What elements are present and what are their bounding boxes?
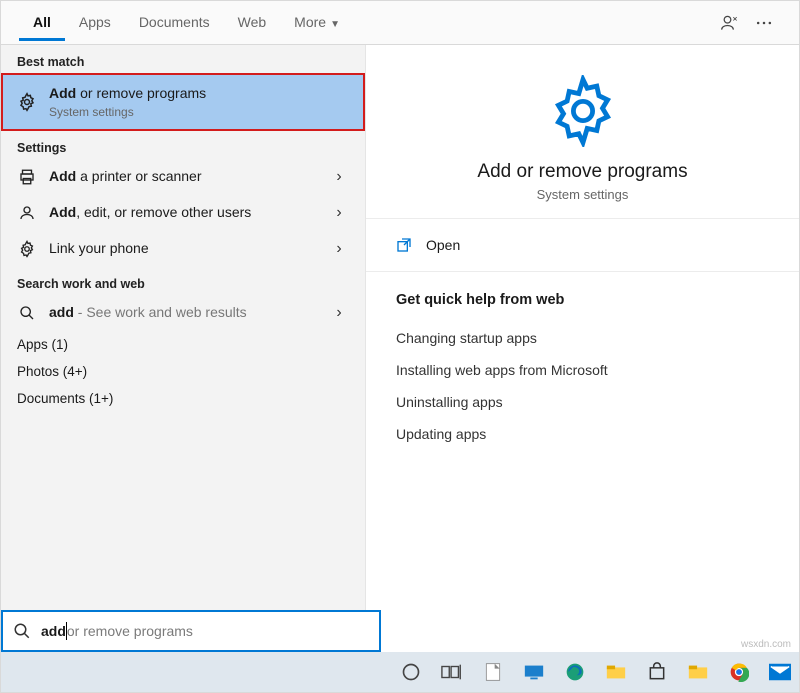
open-icon — [396, 237, 412, 253]
quick-help-header: Get quick help from web — [396, 292, 769, 308]
tab-more[interactable]: More▼ — [280, 4, 354, 41]
preview-hero: Add or remove programs System settings — [366, 45, 799, 219]
tabs-bar: All Apps Documents Web More▼ — [1, 1, 799, 45]
app-file-explorer-icon[interactable] — [596, 652, 635, 692]
group-best-match: Best match — [1, 45, 365, 73]
tab-documents[interactable]: Documents — [125, 4, 224, 41]
cortana-icon[interactable] — [391, 652, 430, 692]
quick-link[interactable]: Installing web apps from Microsoft — [396, 354, 769, 386]
tab-apps[interactable]: Apps — [65, 4, 125, 41]
group-search-web: Search work and web — [1, 267, 365, 295]
quick-link[interactable]: Uninstalling apps — [396, 386, 769, 418]
chevron-right-icon: › — [329, 304, 349, 322]
printer-icon — [17, 167, 37, 187]
group-settings: Settings — [1, 131, 365, 159]
app-mail-icon[interactable] — [760, 652, 799, 692]
chevron-down-icon: ▼ — [330, 19, 340, 30]
tab-all[interactable]: All — [19, 4, 65, 41]
result-add-remove-programs[interactable]: Add or remove programs System settings — [1, 73, 365, 131]
app-folder-icon[interactable] — [678, 652, 717, 692]
taskbar — [1, 652, 799, 692]
gear-icon — [17, 239, 37, 259]
result-title: Add or remove programs — [49, 85, 349, 103]
result-web-add[interactable]: add - See work and web results › — [1, 295, 365, 331]
quick-link[interactable]: Changing startup apps — [396, 322, 769, 354]
group-apps[interactable]: Apps (1) — [1, 331, 365, 358]
body-split: Best match Add or remove programs System… — [1, 45, 799, 692]
preview-subtitle: System settings — [537, 187, 629, 202]
chevron-right-icon: › — [329, 204, 349, 222]
preview-column: Add or remove programs System settings O… — [366, 45, 799, 692]
search-input[interactable]: add or remove programs — [1, 610, 381, 652]
start-search-window: All Apps Documents Web More▼ Best match … — [0, 0, 800, 693]
preview-title: Add or remove programs — [477, 161, 687, 183]
quick-help: Get quick help from web Changing startup… — [366, 272, 799, 470]
quick-link[interactable]: Updating apps — [396, 418, 769, 450]
search-icon — [17, 303, 37, 323]
task-view-icon[interactable] — [432, 652, 471, 692]
app-libreoffice-icon[interactable] — [473, 652, 512, 692]
results-column: Best match Add or remove programs System… — [1, 45, 366, 692]
open-label: Open — [426, 237, 460, 253]
person-icon — [17, 203, 37, 223]
result-add-printer[interactable]: Add a printer or scanner › — [1, 159, 365, 195]
search-typed-text: add — [41, 623, 66, 639]
watermark: wsxdn.com — [741, 639, 791, 650]
group-photos[interactable]: Photos (4+) — [1, 358, 365, 385]
open-action[interactable]: Open — [366, 219, 799, 272]
chevron-right-icon: › — [329, 168, 349, 186]
chevron-right-icon: › — [329, 240, 349, 258]
gear-icon — [17, 92, 37, 112]
result-link-phone[interactable]: Link your phone › — [1, 231, 365, 267]
result-subtitle: System settings — [49, 105, 349, 119]
app-chrome-icon[interactable] — [719, 652, 758, 692]
app-edge-icon[interactable] — [555, 652, 594, 692]
feedback-icon[interactable] — [713, 6, 747, 40]
app-store-icon[interactable] — [637, 652, 676, 692]
group-documents[interactable]: Documents (1+) — [1, 385, 365, 412]
search-icon — [13, 622, 31, 640]
gear-icon — [547, 75, 619, 147]
tab-web[interactable]: Web — [224, 4, 281, 41]
search-suggestion-ghost: or remove programs — [67, 623, 193, 639]
result-users[interactable]: Add, edit, or remove other users › — [1, 195, 365, 231]
more-options-icon[interactable] — [747, 6, 781, 40]
app-monitor-icon[interactable] — [514, 652, 553, 692]
